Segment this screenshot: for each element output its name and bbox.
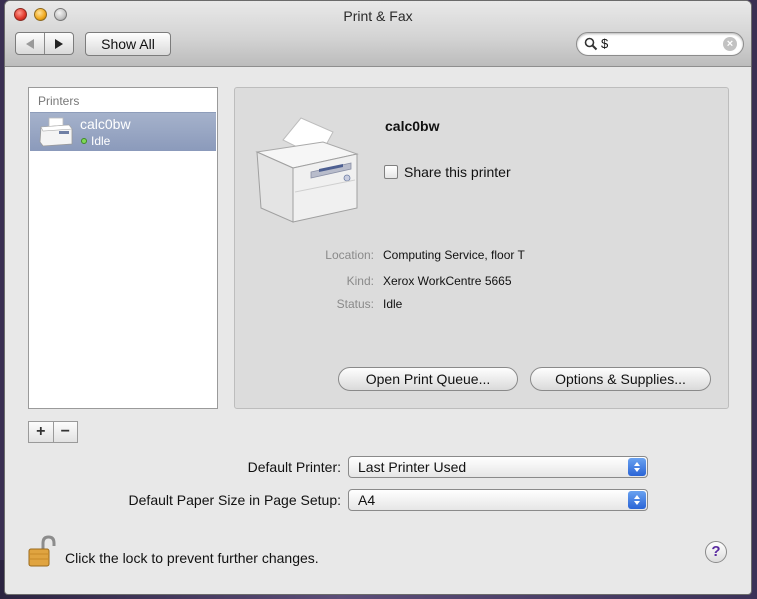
show-all-button[interactable]: Show All	[85, 32, 171, 56]
forward-arrow-icon	[55, 38, 63, 49]
printers-list: Printers calc0bw Idle	[28, 87, 218, 409]
printer-icon	[39, 117, 73, 147]
back-button[interactable]	[16, 33, 44, 54]
back-arrow-icon	[26, 38, 34, 49]
remove-printer-button[interactable]: −	[52, 422, 78, 442]
default-printer-value: Last Printer Used	[358, 459, 467, 475]
share-printer-option[interactable]: Share this printer	[384, 164, 511, 180]
kind-value: Xerox WorkCentre 5665	[383, 274, 512, 288]
search-icon	[584, 37, 598, 51]
open-print-queue-button[interactable]: Open Print Queue...	[338, 367, 518, 391]
printer-item-status: Idle	[91, 134, 111, 148]
help-button[interactable]: ?	[705, 541, 727, 563]
printer-detail-panel: calc0bw Share this printer Location: Com…	[234, 87, 729, 409]
lock-instruction-text: Click the lock to prevent further change…	[65, 550, 319, 566]
paper-size-label: Default Paper Size in Page Setup:	[128, 492, 341, 508]
printer-large-icon	[255, 117, 359, 223]
printer-name-heading: calc0bw	[385, 118, 440, 134]
status-label: Status:	[336, 297, 374, 311]
printer-list-item[interactable]: calc0bw Idle	[30, 112, 216, 151]
paper-size-popup[interactable]: A4	[348, 489, 648, 511]
forward-button[interactable]	[44, 33, 73, 54]
list-add-remove-control: + −	[28, 421, 78, 443]
unlocked-padlock-icon[interactable]	[27, 535, 57, 569]
printer-item-name: calc0bw	[80, 116, 131, 132]
add-printer-button[interactable]: +	[29, 422, 53, 442]
popup-arrows-icon	[628, 458, 646, 476]
search-field[interactable]: $ ×	[576, 32, 744, 56]
kind-label: Kind:	[346, 274, 374, 288]
title-toolbar: Print & Fax Show All $ ×	[5, 1, 751, 67]
clear-search-icon[interactable]: ×	[723, 37, 737, 51]
default-printer-label: Default Printer:	[247, 459, 341, 475]
idle-status-dot-icon	[81, 138, 87, 144]
window-title: Print & Fax	[343, 8, 413, 24]
popup-arrows-icon	[628, 491, 646, 509]
back-forward-control	[15, 32, 74, 55]
search-input[interactable]: $	[601, 36, 608, 51]
location-label: Location:	[325, 248, 374, 262]
default-printer-popup[interactable]: Last Printer Used	[348, 456, 648, 478]
status-value: Idle	[383, 297, 403, 311]
print-fax-window: Print & Fax Show All $ × Printers calc0b…	[4, 0, 752, 595]
share-printer-label: Share this printer	[404, 164, 511, 180]
paper-size-value: A4	[358, 492, 376, 508]
location-value: Computing Service, floor T	[383, 248, 525, 262]
options-supplies-button[interactable]: Options & Supplies...	[530, 367, 711, 391]
printers-list-header: Printers	[38, 94, 80, 108]
share-printer-checkbox[interactable]	[384, 165, 398, 179]
